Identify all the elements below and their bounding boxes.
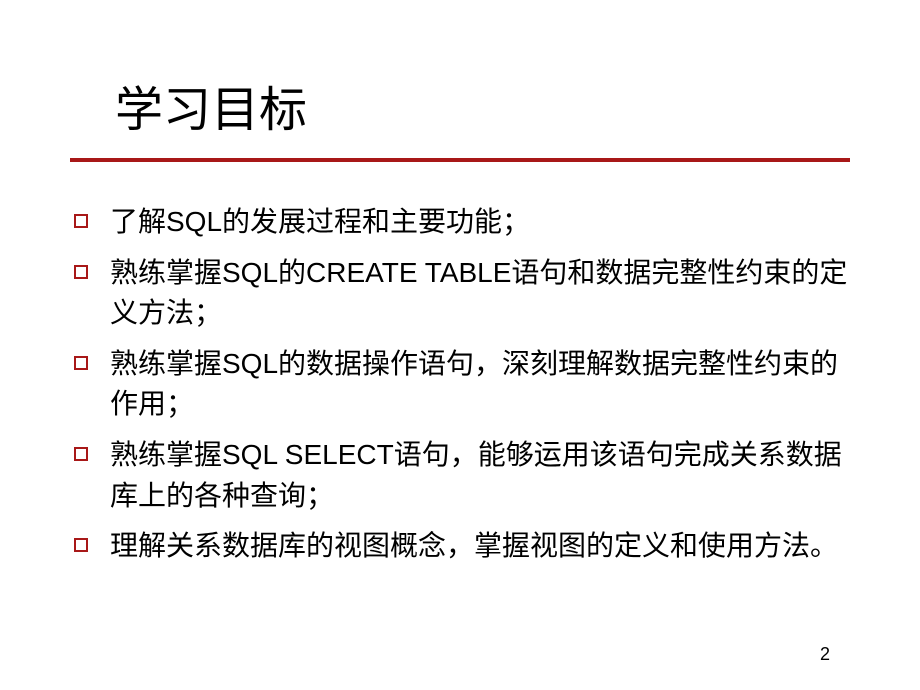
title-divider (70, 158, 850, 162)
bullet-list: 了解SQL的发展过程和主要功能； 熟练掌握SQL的CREATE TABLE语句和… (70, 202, 850, 567)
bullet-text: 熟练掌握SQL的数据操作语句，深刻理解数据完整性约束的作用； (110, 344, 850, 425)
bullet-text: 了解SQL的发展过程和主要功能； (110, 202, 850, 243)
bullet-text: 理解关系数据库的视图概念，掌握视图的定义和使用方法。 (110, 526, 850, 567)
list-item: 熟练掌握SQL SELECT语句，能够运用该语句完成关系数据库上的各种查询； (70, 435, 850, 516)
bullet-icon (74, 214, 88, 228)
bullet-icon (74, 265, 88, 279)
page-number: 2 (820, 644, 830, 665)
slide-container: 学习目标 了解SQL的发展过程和主要功能； 熟练掌握SQL的CREATE TAB… (0, 0, 920, 690)
slide-title: 学习目标 (115, 70, 850, 140)
bullet-text: 熟练掌握SQL的CREATE TABLE语句和数据完整性约束的定义方法； (110, 253, 850, 334)
bullet-icon (74, 356, 88, 370)
list-item: 理解关系数据库的视图概念，掌握视图的定义和使用方法。 (70, 526, 850, 567)
bullet-text: 熟练掌握SQL SELECT语句，能够运用该语句完成关系数据库上的各种查询； (110, 435, 850, 516)
list-item: 熟练掌握SQL的CREATE TABLE语句和数据完整性约束的定义方法； (70, 253, 850, 334)
bullet-icon (74, 538, 88, 552)
list-item: 熟练掌握SQL的数据操作语句，深刻理解数据完整性约束的作用； (70, 344, 850, 425)
bullet-icon (74, 447, 88, 461)
list-item: 了解SQL的发展过程和主要功能； (70, 202, 850, 243)
